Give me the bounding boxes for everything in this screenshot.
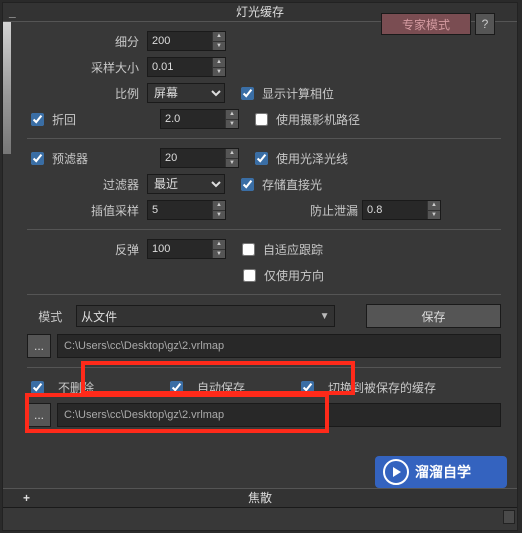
adaptive-checkbox[interactable]	[242, 243, 255, 256]
watermark-text: 溜溜自学	[415, 462, 471, 482]
glossy-rays-checkbox[interactable]	[255, 152, 268, 165]
watermark-badge: 溜溜自学	[375, 456, 507, 488]
label-sample-size: 采样大小	[27, 59, 143, 76]
label-interp: 插值采样	[27, 202, 143, 219]
scale-dropdown[interactable]: 屏幕	[147, 83, 225, 103]
divider-2	[27, 229, 501, 230]
bounces-input[interactable]	[148, 240, 212, 258]
sample-size-spinner[interactable]: ▲▼	[147, 57, 226, 77]
glossy-rays-label: 使用光泽光线	[276, 150, 348, 167]
leak-input[interactable]	[363, 201, 427, 219]
play-circle-icon	[383, 459, 409, 485]
scrollbar-thumb[interactable]	[503, 510, 515, 524]
prefilter-spinner[interactable]: ▲▼	[160, 148, 239, 168]
retrace-input[interactable]	[161, 110, 225, 128]
browse-button-1[interactable]: ...	[27, 334, 51, 358]
direction-label: 仅使用方向	[264, 267, 324, 284]
file-path-input-2[interactable]: C:\Users\cc\Desktop\gz\2.vrlmap	[57, 403, 501, 427]
caustics-title: 焦散	[248, 491, 272, 505]
collapse-minus-icon: _	[9, 3, 16, 21]
prefilter-input[interactable]	[161, 149, 225, 167]
direction-checkbox[interactable]	[243, 269, 256, 282]
label-subdiv: 细分	[27, 33, 143, 50]
interp-input[interactable]	[148, 201, 212, 219]
subdiv-input[interactable]	[148, 32, 212, 50]
mode-dropdown[interactable]: 从文件 ▼	[76, 305, 334, 327]
no-delete-checkbox[interactable]	[31, 381, 44, 394]
auto-save-checkbox[interactable]	[170, 381, 183, 394]
expand-plus-icon: +	[23, 489, 30, 507]
divider-1	[27, 138, 501, 139]
camera-path-label: 使用摄影机路径	[276, 111, 360, 128]
save-button[interactable]: 保存	[366, 304, 501, 328]
store-direct-checkbox[interactable]	[241, 178, 254, 191]
retrace-checkbox[interactable]	[31, 113, 44, 126]
divider-4	[27, 367, 501, 368]
camera-path-checkbox[interactable]	[255, 113, 268, 126]
retrace-spinner[interactable]: ▲▼	[160, 109, 239, 129]
switch-saved-label: 切换到被保存的缓存	[328, 379, 436, 396]
switch-saved-checkbox[interactable]	[301, 381, 314, 394]
store-direct-label: 存储直接光	[262, 176, 322, 193]
spinner-up-icon: ▲	[213, 32, 225, 42]
file-path-input-1[interactable]: C:\Users\cc\Desktop\gz\2.vrlmap	[57, 334, 501, 358]
divider-3	[27, 294, 501, 295]
auto-save-label: 自动保存	[197, 379, 245, 396]
spinner-down-icon: ▼	[213, 42, 225, 51]
interp-spinner[interactable]: ▲▼	[147, 200, 226, 220]
label-filter: 过滤器	[27, 176, 143, 193]
rollout-header-caustics[interactable]: + 焦散	[3, 488, 517, 508]
prefilter-label: 预滤器	[52, 150, 134, 167]
no-delete-label: 不删除	[58, 379, 94, 396]
browse-button-2[interactable]: ...	[27, 403, 51, 427]
chevron-down-icon: ▼	[320, 311, 330, 322]
subdiv-spinner[interactable]: ▲▼	[147, 31, 226, 51]
filter-dropdown[interactable]: 最近	[147, 174, 225, 194]
sample-size-input[interactable]	[148, 58, 212, 76]
label-mode: 模式	[27, 308, 62, 325]
rollout-title: 灯光缓存	[236, 5, 284, 19]
leak-spinner[interactable]: ▲▼	[362, 200, 441, 220]
show-phase-checkbox[interactable]	[241, 87, 254, 100]
label-bounces: 反弹	[27, 241, 143, 258]
prefilter-checkbox[interactable]	[31, 152, 44, 165]
retrace-label: 折回	[52, 111, 134, 128]
leak-label: 防止泄漏	[310, 202, 358, 219]
adaptive-label: 自适应跟踪	[263, 241, 323, 258]
show-phase-label: 显示计算相位	[262, 85, 334, 102]
bounces-spinner[interactable]: ▲▼	[147, 239, 226, 259]
light-cache-panel: _ 灯光缓存 专家模式 ? 细分 ▲▼ 采样大小 ▲▼ 比例 屏幕	[2, 2, 518, 531]
label-scale: 比例	[27, 85, 143, 102]
